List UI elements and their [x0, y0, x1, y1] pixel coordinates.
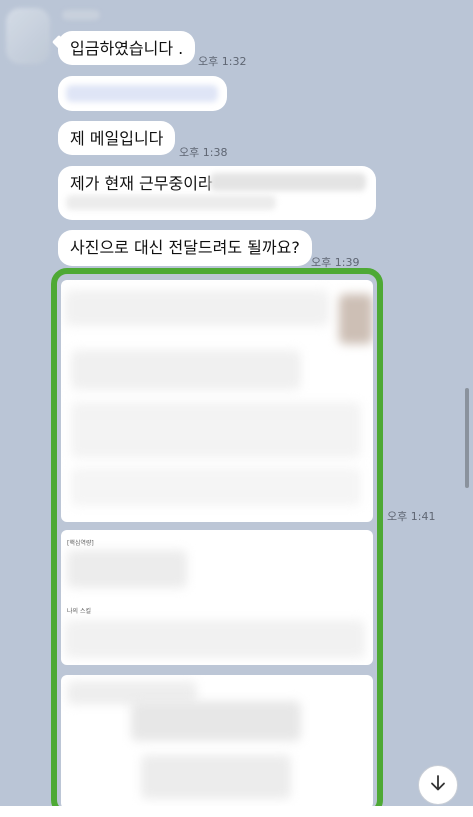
- redacted-content: [67, 550, 187, 588]
- redacted-content: [141, 755, 291, 799]
- message-bubble-3[interactable]: 제 메일입니다: [58, 121, 176, 155]
- photo-card-2[interactable]: [핵심역량] 나의 스킬: [61, 530, 373, 665]
- redacted-content: [71, 350, 301, 390]
- message-text: 제 메일입니다: [70, 129, 164, 148]
- redacted-email: [66, 85, 218, 102]
- message-time: 오후 1:41: [387, 510, 436, 523]
- card-label: [핵심역량]: [67, 540, 94, 547]
- message-text: 사진으로 대신 전달드려도 될까요?: [70, 238, 300, 257]
- message-bubble-4[interactable]: 제가 현재 근무중이라: [58, 166, 376, 220]
- sender-name-redacted: [62, 10, 100, 20]
- photo-card-3[interactable]: [61, 675, 373, 809]
- photo-card-1[interactable]: [61, 280, 373, 522]
- redacted-text: [66, 195, 276, 210]
- redacted-content: [71, 468, 361, 506]
- scrollbar[interactable]: [465, 388, 469, 488]
- redacted-content: [131, 701, 301, 741]
- message-time: 오후 1:32: [198, 55, 247, 68]
- redacted-photo: [339, 294, 373, 344]
- photo-message-highlight[interactable]: [핵심역량] 나의 스킬: [51, 268, 383, 816]
- redacted-content: [71, 402, 361, 458]
- message-bubble-1[interactable]: 입금하였습니다 .: [51, 31, 196, 65]
- input-bar-edge: [0, 806, 473, 817]
- message-bubble-redacted-email[interactable]: [58, 76, 227, 111]
- bubble-tail: [51, 34, 67, 50]
- message-text: 입금하였습니다 .: [70, 39, 184, 58]
- arrow-down-icon: [429, 773, 447, 797]
- message-bubble-5[interactable]: 사진으로 대신 전달드려도 될까요?: [58, 230, 312, 266]
- message-time: 오후 1:38: [179, 146, 228, 159]
- sender-avatar[interactable]: [6, 8, 50, 64]
- scroll-to-bottom-button[interactable]: [418, 765, 458, 805]
- redacted-content: [65, 620, 365, 658]
- message-text: 제가 현재 근무중이라: [70, 174, 213, 193]
- redacted-text: [210, 173, 366, 191]
- redacted-content: [65, 290, 329, 326]
- card-label: 나의 스킬: [67, 608, 91, 615]
